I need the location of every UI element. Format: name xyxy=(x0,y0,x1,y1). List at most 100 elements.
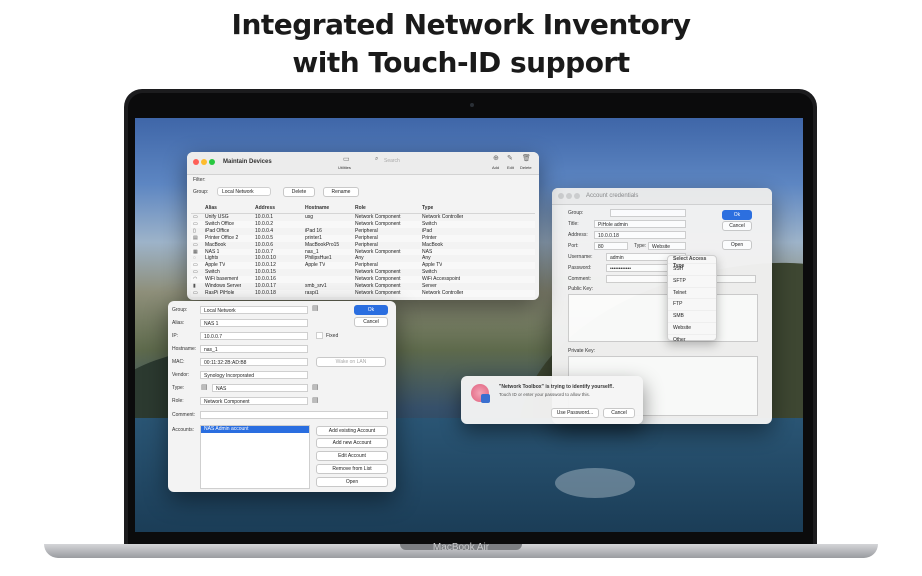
port-field[interactable]: 80 xyxy=(594,242,628,250)
table-row[interactable]: ◠ WiFi basement 10.0.0.16 Network Component… xyxy=(191,276,535,283)
cell-alias: Switch Office xyxy=(205,220,235,227)
port-label: Port: xyxy=(568,243,579,249)
laptop-brand: MacBook Air xyxy=(432,542,490,553)
app-badge-icon xyxy=(481,394,490,403)
edit-icon[interactable]: ✎ xyxy=(507,154,513,162)
role-field[interactable]: Network Component xyxy=(200,397,308,405)
title-field[interactable]: PiHole admin xyxy=(594,220,686,228)
table-row[interactable]: ▭ MacBook 10.0.0.6 MacBookPro15 Peripheral Ma… xyxy=(191,242,535,249)
cell-type: Network Controller xyxy=(422,289,464,296)
col-alias[interactable]: Alias xyxy=(205,205,217,211)
open-button[interactable]: Open xyxy=(316,477,388,487)
group-picker-icon[interactable]: ▤ xyxy=(312,304,319,312)
table-row[interactable]: ▮ Windows Server 10.0.0.17 smb_srv1 Network … xyxy=(191,283,535,290)
public-key-field[interactable] xyxy=(568,294,758,342)
ok-button[interactable]: Ok xyxy=(722,210,752,220)
access-type-other[interactable]: Other xyxy=(668,335,716,346)
comment-field[interactable] xyxy=(200,411,388,419)
cell-type: Server xyxy=(422,283,437,289)
table-row[interactable]: ▭ RasPi PiHole 10.0.0.18 raspi1 Network Comp… xyxy=(191,289,535,297)
mac-field[interactable]: 00:11:32:2B:AD:B8 xyxy=(200,358,308,366)
group-select[interactable]: Local Network xyxy=(217,187,271,196)
rename-group-button[interactable]: Rename xyxy=(323,187,359,197)
edit-account-button[interactable]: Edit Account xyxy=(316,451,388,461)
ip-field[interactable]: 10.0.0.7 xyxy=(200,332,308,340)
cell-type: Apple TV xyxy=(422,262,443,269)
cancel-button[interactable]: Cancel xyxy=(722,221,752,231)
address-label: Address: xyxy=(568,232,588,238)
wake-on-lan-button[interactable]: Wake on LAN xyxy=(316,357,386,367)
col-type[interactable]: Type xyxy=(422,205,433,211)
ip-label: IP: xyxy=(172,333,179,339)
group-field[interactable] xyxy=(610,209,686,217)
access-type-sftp[interactable]: SFTP xyxy=(668,276,716,288)
add-existing-account-button[interactable]: Add existing Account xyxy=(316,426,388,436)
utilities-label: Utilities xyxy=(338,165,351,170)
account-item[interactable]: NAS Admin account xyxy=(201,426,309,433)
access-type-smb[interactable]: SMB xyxy=(668,311,716,323)
type-field[interactable]: NAS xyxy=(212,384,308,392)
camera xyxy=(470,103,474,107)
role-picker-icon[interactable]: ▤ xyxy=(312,396,319,404)
group-label: Group: xyxy=(172,307,188,313)
fixed-checkbox[interactable] xyxy=(316,332,323,339)
cell-alias: Lights xyxy=(205,255,219,262)
ok-button[interactable]: Ok xyxy=(354,305,388,315)
address-field[interactable]: 10.0.0.18 xyxy=(594,231,686,239)
use-password-button[interactable]: Use Password... xyxy=(551,408,599,418)
remove-from-list-button[interactable]: Remove from List xyxy=(316,464,388,474)
group-field[interactable]: Local Network xyxy=(200,306,308,314)
cell-hostname: nas_1 xyxy=(305,248,319,255)
table-row[interactable]: ▭ Apple TV 10.0.0.12 Apple TV Peripheral Appl… xyxy=(191,262,535,270)
table-row[interactable]: ◌ Lights 10.0.0.10 PhilipsHue1 Any Any xyxy=(191,255,535,262)
accounts-list[interactable]: NAS Admin account xyxy=(200,425,310,489)
access-type-ssh[interactable]: SSH xyxy=(668,264,716,276)
cell-alias: NAS 1 xyxy=(205,248,220,255)
type-select[interactable]: Website xyxy=(648,242,686,250)
minimize-button[interactable] xyxy=(201,159,207,165)
alias-field[interactable]: NAS 1 xyxy=(200,319,308,327)
vendor-field[interactable]: Synology Incorporated xyxy=(200,371,308,379)
col-hostname[interactable]: Hostname xyxy=(305,205,329,211)
cell-alias: Windows Server xyxy=(205,283,242,289)
table-row[interactable]: ▯ iPad Office 10.0.0.4 iPad 16 Peripheral iPa… xyxy=(191,228,535,235)
add-icon[interactable]: ⊕ xyxy=(493,154,499,162)
table-row[interactable]: ▦ NAS 1 10.0.0.7 nas_1 Network Component NAS xyxy=(191,248,535,256)
access-type-ftp[interactable]: FTP xyxy=(668,299,716,312)
col-address[interactable]: Address xyxy=(255,205,275,211)
cancel-button[interactable]: Cancel xyxy=(603,408,635,418)
cell-address: 10.0.0.15 xyxy=(255,269,276,276)
cell-type: Switch xyxy=(422,269,437,276)
table-row[interactable]: ▤ Printer Office 2 10.0.0.5 printer1 Periphe… xyxy=(191,234,535,242)
cancel-button[interactable]: Cancel xyxy=(354,317,388,327)
type-picker-icon[interactable]: ▤ xyxy=(312,383,319,391)
cell-role: Network Component xyxy=(355,214,401,220)
username-label: Username: xyxy=(568,254,593,260)
table-row[interactable]: ▭ Switch 10.0.0.15 Network Component Switch xyxy=(191,269,535,276)
close-button[interactable] xyxy=(193,159,199,165)
cell-role: Network Component xyxy=(355,248,401,255)
table-row[interactable]: ▭ Unify USG 10.0.0.1 usg Network Component Ne… xyxy=(191,214,535,221)
cell-address: 10.0.0.7 xyxy=(255,248,274,255)
col-role[interactable]: Role xyxy=(355,205,366,211)
cell-hostname: printer1 xyxy=(305,234,322,241)
cell-alias: RasPi PiHole xyxy=(205,289,235,296)
search-input[interactable]: Search xyxy=(384,158,400,164)
access-type-telnet[interactable]: Telnet xyxy=(668,288,716,300)
open-button[interactable]: Open xyxy=(722,240,752,250)
access-type-website[interactable]: Website xyxy=(668,323,716,335)
hostname-field[interactable]: nas_1 xyxy=(200,345,308,353)
zoom-button[interactable] xyxy=(209,159,215,165)
table-row[interactable]: ▭ Switch Office 10.0.0.2 Network Component S… xyxy=(191,220,535,228)
comment-label: Comment: xyxy=(568,276,592,282)
add-new-account-button[interactable]: Add new Account xyxy=(316,438,388,448)
cell-alias: WiFi basement xyxy=(205,276,239,283)
title-label: Title: xyxy=(568,221,579,227)
cell-alias: Apple TV xyxy=(205,262,226,269)
table-header: Alias Address Hostname Role Type xyxy=(191,205,535,214)
delete-group-button[interactable]: Delete xyxy=(283,187,315,197)
delete-icon[interactable]: 🗑 xyxy=(522,154,531,162)
access-type-popup: Select Access Type SSH SFTP Telnet FTP S… xyxy=(667,255,717,343)
cell-alias: Unify USG xyxy=(205,214,229,220)
utilities-icon[interactable]: ▭ xyxy=(343,155,350,163)
